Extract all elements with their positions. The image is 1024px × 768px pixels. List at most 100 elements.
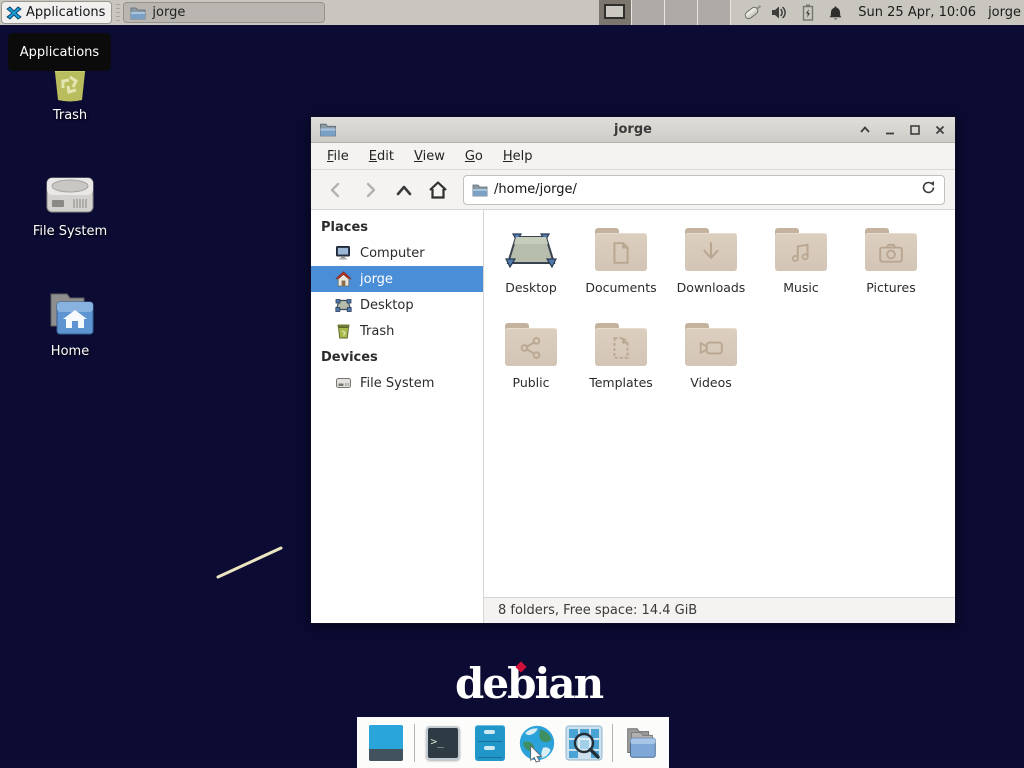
workspace-switcher <box>599 0 731 25</box>
documents-folder-icon <box>594 228 648 272</box>
file-item-downloads[interactable]: Downloads <box>666 226 756 321</box>
sidebar-header-places: Places <box>311 214 483 240</box>
folder-icon <box>130 6 146 20</box>
applications-menu-label: Applications <box>26 5 105 20</box>
desktop-icon <box>335 297 352 313</box>
sidebar-item-label: Trash <box>360 324 394 339</box>
bottom-dock: >_ <box>357 717 669 768</box>
tooltip-text: Applications <box>20 45 99 60</box>
menu-edit[interactable]: Edit <box>359 145 404 168</box>
window-controls <box>858 123 947 137</box>
statusbar: 8 folders, Free space: 14.4 GiB <box>484 597 955 623</box>
file-item-label: Public <box>513 375 550 390</box>
close-button[interactable] <box>933 123 947 137</box>
sidebar-item-label: Computer <box>360 246 425 261</box>
taskbar-window-label: jorge <box>152 5 185 20</box>
notifications-bell-icon[interactable] <box>826 3 845 22</box>
application-finder-icon[interactable] <box>565 723 603 763</box>
sidebar-header-devices: Devices <box>311 344 483 370</box>
file-view: Desktop Documents <box>484 210 955 597</box>
file-item-label: Pictures <box>866 280 916 295</box>
window-titlebar[interactable]: jorge <box>311 117 955 143</box>
file-manager-window: jorge File Edit View Go Help <box>310 116 956 624</box>
file-item-templates[interactable]: Templates <box>576 321 666 416</box>
sidebar: Places Computer <box>311 210 484 623</box>
file-item-label: Documents <box>585 280 656 295</box>
dock-separator <box>414 724 415 762</box>
reload-icon[interactable] <box>921 180 936 199</box>
applications-tooltip: Applications <box>8 33 111 71</box>
panel-clock[interactable]: Sun 25 Apr, 10:06 <box>858 5 976 20</box>
panel-user-label[interactable]: jorge <box>988 5 1021 20</box>
file-cabinet-icon[interactable] <box>471 723 509 763</box>
sidebar-item-label: File System <box>360 376 434 391</box>
music-folder-icon <box>774 228 828 272</box>
top-panel: Applications jorge <box>0 0 1024 25</box>
terminal-glyph: >_ <box>431 735 444 748</box>
system-tray <box>742 3 845 22</box>
file-item-label: Templates <box>589 375 653 390</box>
pictures-folder-icon <box>864 228 918 272</box>
videos-folder-icon <box>684 323 738 367</box>
trash-icon <box>335 323 352 339</box>
show-desktop-icon[interactable] <box>367 723 405 763</box>
up-button[interactable] <box>389 176 419 204</box>
forward-button[interactable] <box>355 176 385 204</box>
workspace-3[interactable] <box>665 0 698 25</box>
sidebar-item-desktop[interactable]: Desktop <box>311 292 483 318</box>
file-item-documents[interactable]: Documents <box>576 226 666 321</box>
sidebar-item-computer[interactable]: Computer <box>311 240 483 266</box>
toolbar: /home/jorge/ <box>311 170 955 210</box>
location-bar[interactable]: /home/jorge/ <box>463 175 945 205</box>
location-path[interactable]: /home/jorge/ <box>494 182 915 197</box>
file-item-desktop[interactable]: Desktop <box>486 226 576 321</box>
file-item-public[interactable]: Public <box>486 321 576 416</box>
desktop-folder-icon <box>503 228 559 272</box>
directory-menu-icon[interactable] <box>622 723 660 763</box>
minimize-button[interactable] <box>883 123 897 137</box>
menu-go[interactable]: Go <box>455 145 493 168</box>
desktop-stray-line <box>0 0 300 600</box>
file-item-label: Downloads <box>677 280 746 295</box>
sidebar-item-jorge[interactable]: jorge <box>311 266 483 292</box>
sidebar-item-label: jorge <box>360 272 393 287</box>
file-grid: Desktop Documents <box>486 226 955 416</box>
terminal-icon[interactable]: >_ <box>424 723 462 763</box>
dock-separator <box>612 724 613 762</box>
file-item-videos[interactable]: Videos <box>666 321 756 416</box>
home-button[interactable] <box>423 176 453 204</box>
sidebar-item-file-system[interactable]: File System <box>311 370 483 396</box>
file-item-label: Desktop <box>505 280 557 295</box>
hard-drive-icon <box>335 375 352 391</box>
taskbar-window-button[interactable]: jorge <box>123 2 325 23</box>
workspace-4[interactable] <box>698 0 731 25</box>
templates-folder-icon <box>594 323 648 367</box>
workspace-2[interactable] <box>632 0 665 25</box>
menubar: File Edit View Go Help <box>311 143 955 170</box>
menu-view[interactable]: View <box>404 145 455 168</box>
sidebar-item-label: Desktop <box>360 298 414 313</box>
file-item-label: Videos <box>690 375 732 390</box>
debian-logo: debian <box>455 659 602 708</box>
menu-file[interactable]: File <box>317 145 359 168</box>
file-item-music[interactable]: Music <box>756 226 846 321</box>
right-pane: Desktop Documents <box>484 210 955 623</box>
window-body: Places Computer <box>311 210 955 623</box>
applications-menu-button[interactable]: Applications <box>1 1 112 24</box>
menu-help[interactable]: Help <box>493 145 543 168</box>
battery-icon[interactable] <box>798 3 817 22</box>
workspace-1[interactable] <box>599 0 632 25</box>
panel-handle[interactable] <box>114 4 121 22</box>
maximize-button[interactable] <box>908 123 922 137</box>
sidebar-item-trash[interactable]: Trash <box>311 318 483 344</box>
public-folder-icon <box>504 323 558 367</box>
back-button[interactable] <box>321 176 351 204</box>
shade-button[interactable] <box>858 123 872 137</box>
volume-icon[interactable] <box>770 3 789 22</box>
computer-icon <box>335 245 352 261</box>
mouse-icon[interactable] <box>742 3 761 22</box>
downloads-folder-icon <box>684 228 738 272</box>
file-item-pictures[interactable]: Pictures <box>846 226 936 321</box>
web-browser-icon[interactable] <box>518 723 556 763</box>
workspace-window-preview <box>604 4 625 19</box>
